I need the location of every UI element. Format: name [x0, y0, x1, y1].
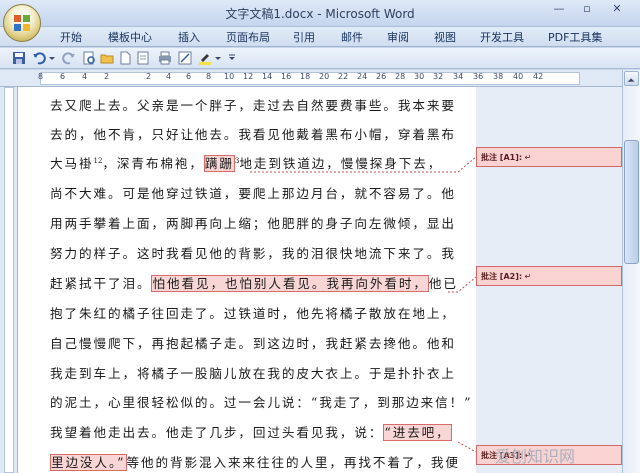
- paragraph-mark: ↵: [524, 272, 532, 281]
- ruler-tick: 38: [493, 72, 504, 81]
- ruler-tick: 30: [414, 72, 425, 81]
- close-button[interactable]: ✕: [604, 0, 630, 19]
- window-title: 文字文稿1.docx - Microsoft Word: [225, 7, 415, 21]
- ruler-tick: 36: [473, 72, 484, 81]
- ruler-tick: 6: [60, 72, 66, 81]
- tab-home[interactable]: 开始: [60, 29, 82, 45]
- tab-pdf-tools[interactable]: PDF工具集: [548, 29, 602, 45]
- undo-icon[interactable]: [32, 51, 46, 65]
- ruler-tick: 10: [224, 72, 235, 81]
- watermark: 爱刨知识网: [495, 447, 576, 466]
- scroll-thumb[interactable]: [624, 140, 639, 264]
- ribbon-tabs: 开始 模板中心 插入 页面布局 引用 邮件 审阅 视图 开发工具 PDF工具集: [0, 27, 640, 47]
- highlighter-dropdown-icon[interactable]: [214, 51, 222, 65]
- ruler-tick: 18: [300, 72, 311, 81]
- ruler-tick: 26: [376, 72, 387, 81]
- tab-review[interactable]: 审阅: [387, 29, 409, 45]
- tab-mailings[interactable]: 邮件: [341, 29, 363, 45]
- arrow-up-icon: [627, 78, 635, 82]
- vertical-ruler[interactable]: [0, 87, 18, 473]
- maximize-button[interactable]: ▫: [574, 0, 600, 19]
- ruler-tick: 40: [513, 72, 524, 81]
- ruler-tick: 4: [82, 72, 88, 81]
- print-preview-icon[interactable]: [82, 51, 96, 65]
- ruler-tick: 12: [243, 72, 254, 81]
- highlighter-icon[interactable]: [198, 51, 212, 65]
- vertical-scrollbar[interactable]: [622, 70, 640, 473]
- office-logo-icon: [14, 15, 30, 31]
- ruler-tick: 20: [319, 72, 330, 81]
- vertical-ruler-track: [4, 87, 14, 473]
- ruler-tick: 14: [262, 72, 273, 81]
- customize-toolbar-icon[interactable]: [228, 51, 236, 65]
- markup-area: 批注 [A1]: ↵ 批注 [A2]: ↵ 批注 [A3]: ↵: [476, 87, 622, 473]
- comment-label: 批注 [A1]:: [481, 153, 523, 162]
- tab-template-center[interactable]: 模板中心: [108, 29, 152, 45]
- ruler-tick: 2: [146, 72, 152, 81]
- ruler-tick: 34: [453, 72, 464, 81]
- open-folder-icon[interactable]: [100, 51, 114, 65]
- page-icon[interactable]: [136, 51, 150, 65]
- ruler-tick: 42: [533, 72, 544, 81]
- quick-access-toolbar: [0, 48, 640, 69]
- ruler-tick: 16: [281, 72, 292, 81]
- redo-icon[interactable]: [62, 51, 76, 65]
- ruler-tick: 24: [357, 72, 368, 81]
- ruler-tick: 8: [38, 72, 44, 81]
- comment-connectors: [250, 156, 476, 453]
- tab-page-layout[interactable]: 页面布局: [226, 29, 270, 45]
- ruler-tick: 22: [338, 72, 349, 81]
- scroll-up-button[interactable]: [624, 71, 639, 86]
- tab-view[interactable]: 视图: [434, 29, 456, 45]
- tab-insert[interactable]: 插入: [178, 29, 200, 45]
- ruler-tick: 2: [104, 72, 110, 81]
- undo-dropdown-icon[interactable]: [48, 51, 56, 65]
- ruler-tick: 8: [206, 72, 212, 81]
- save-icon[interactable]: [12, 51, 26, 65]
- ruler-tick: 28: [395, 72, 406, 81]
- minimize-button[interactable]: —: [546, 0, 572, 19]
- ruler-tick: 32: [433, 72, 444, 81]
- ruler-tick: 4: [166, 72, 172, 81]
- tab-references[interactable]: 引用: [293, 29, 315, 45]
- horizontal-ruler[interactable]: 8 6 4 2 2 4 6 8 10 12 14 16 18 20 22 24 …: [0, 70, 622, 87]
- draw-tool-icon[interactable]: [178, 51, 192, 65]
- title-bar: 文字文稿1.docx - Microsoft Word — ▫ ✕: [0, 0, 640, 27]
- tab-developer[interactable]: 开发工具: [480, 29, 524, 45]
- office-button[interactable]: [3, 4, 41, 42]
- paragraph-mark: ↵: [524, 153, 532, 162]
- new-document-icon[interactable]: [118, 51, 132, 65]
- document-page[interactable]: 去又爬上去。父亲是一个胖子，走过去自然要费事些。我本来要 去的，他不肯，只好让他…: [18, 87, 476, 473]
- comment-a1[interactable]: 批注 [A1]: ↵: [476, 147, 622, 167]
- ruler-tick: 6: [186, 72, 192, 81]
- comment-a2[interactable]: 批注 [A2]: ↵: [476, 266, 622, 286]
- print-icon[interactable]: [158, 51, 172, 65]
- comment-label: 批注 [A2]:: [481, 272, 523, 281]
